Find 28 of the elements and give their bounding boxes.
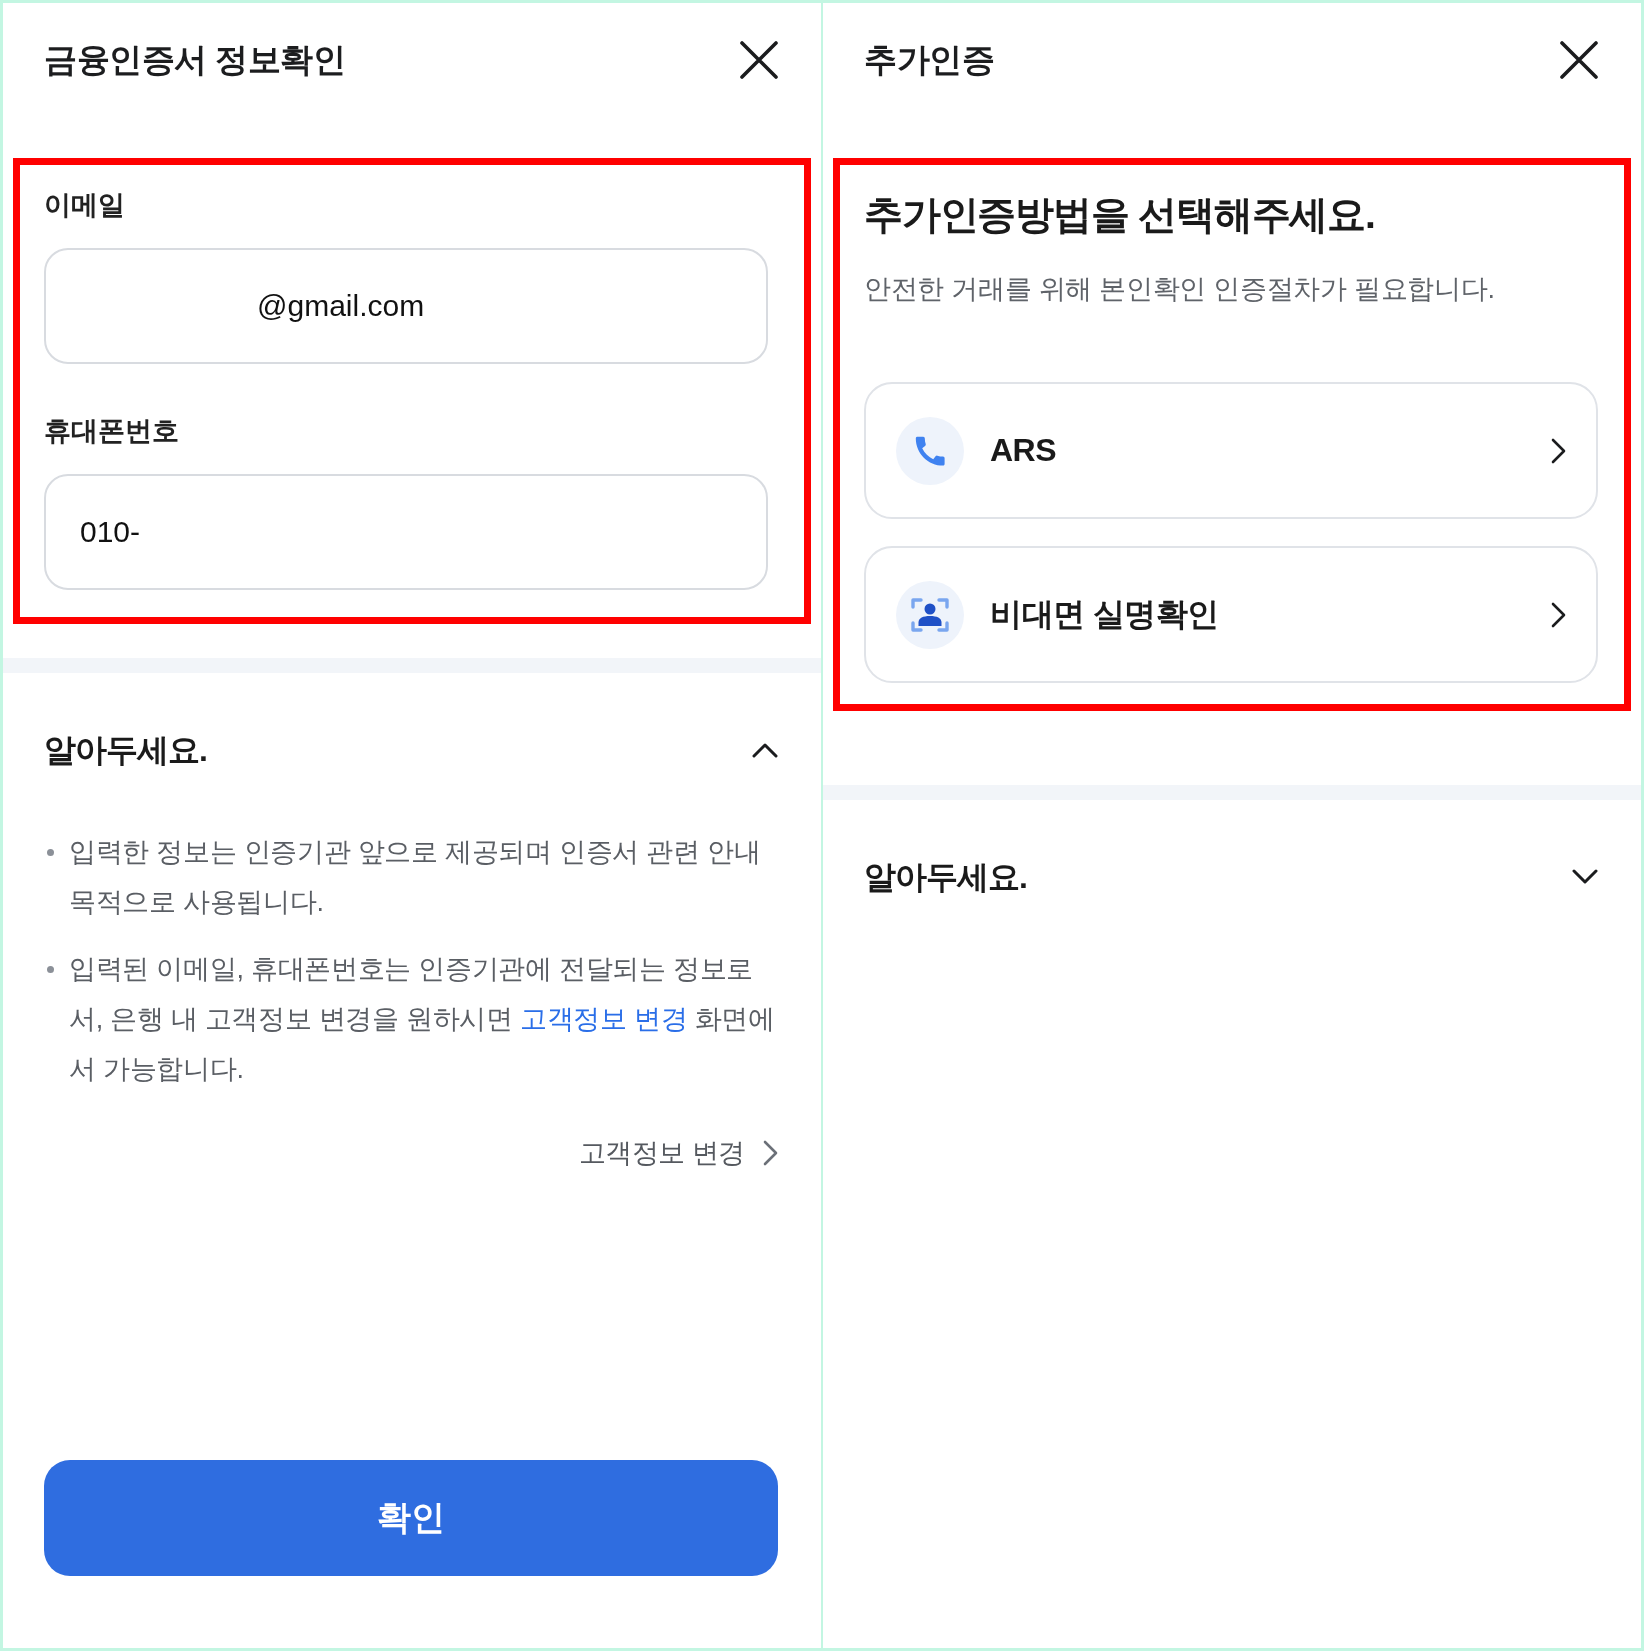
phone-icon bbox=[896, 416, 964, 485]
input-field[interactable]: @gmail.com bbox=[44, 248, 768, 364]
more-link[interactable]: 고객정보 변경 bbox=[579, 1128, 778, 1178]
panel-title: 추가인증 bbox=[864, 40, 994, 80]
field-label: 휴대폰번호 bbox=[44, 415, 179, 448]
method-card[interactable]: 비대면 실명확인 bbox=[864, 546, 1598, 683]
notice-text: 입력한 정보는 인증기관 앞으로 제공되며 인증서 관련 안내 목적으로 사용됩니다. bbox=[69, 836, 762, 919]
chevron-right-icon bbox=[763, 1140, 778, 1166]
input-field[interactable]: 010- bbox=[44, 474, 768, 590]
panel-title: 금융인증서 정보확인 bbox=[44, 40, 346, 80]
person-scan-icon bbox=[896, 580, 964, 649]
chevron-right-icon bbox=[1551, 601, 1566, 628]
section-title: 알아두세요. bbox=[44, 731, 207, 770]
close-icon[interactable] bbox=[740, 41, 778, 79]
confirm-button[interactable]: 확인 bbox=[44, 1460, 778, 1576]
inline-link[interactable]: 고객정보 변경 bbox=[519, 1004, 688, 1034]
description-text: 안전한 거래를 위해 본인확인 인증절차가 필요합니다. bbox=[864, 273, 1495, 306]
chevron-right-icon bbox=[1551, 437, 1566, 464]
section-title: 알아두세요. bbox=[864, 858, 1027, 897]
notice-text: 입력된 이메일, 휴대폰번호는 인증기관에 전달되는 정보로서, 은행 내 고객정보 변경을 원하시면 고객정보 변경 화면에서 가능합니다. bbox=[69, 953, 776, 1086]
method-card[interactable]: ARS bbox=[864, 382, 1598, 519]
field-label: 이메일 bbox=[44, 189, 125, 222]
close-icon[interactable] bbox=[1560, 41, 1598, 79]
bullet-icon bbox=[47, 849, 54, 856]
chevron-up-icon[interactable] bbox=[752, 742, 778, 758]
chevron-down-icon[interactable] bbox=[1572, 869, 1598, 885]
section-heading: 추가인증방법을 선택해주세요. bbox=[864, 192, 1375, 238]
bullet-icon bbox=[47, 966, 54, 973]
